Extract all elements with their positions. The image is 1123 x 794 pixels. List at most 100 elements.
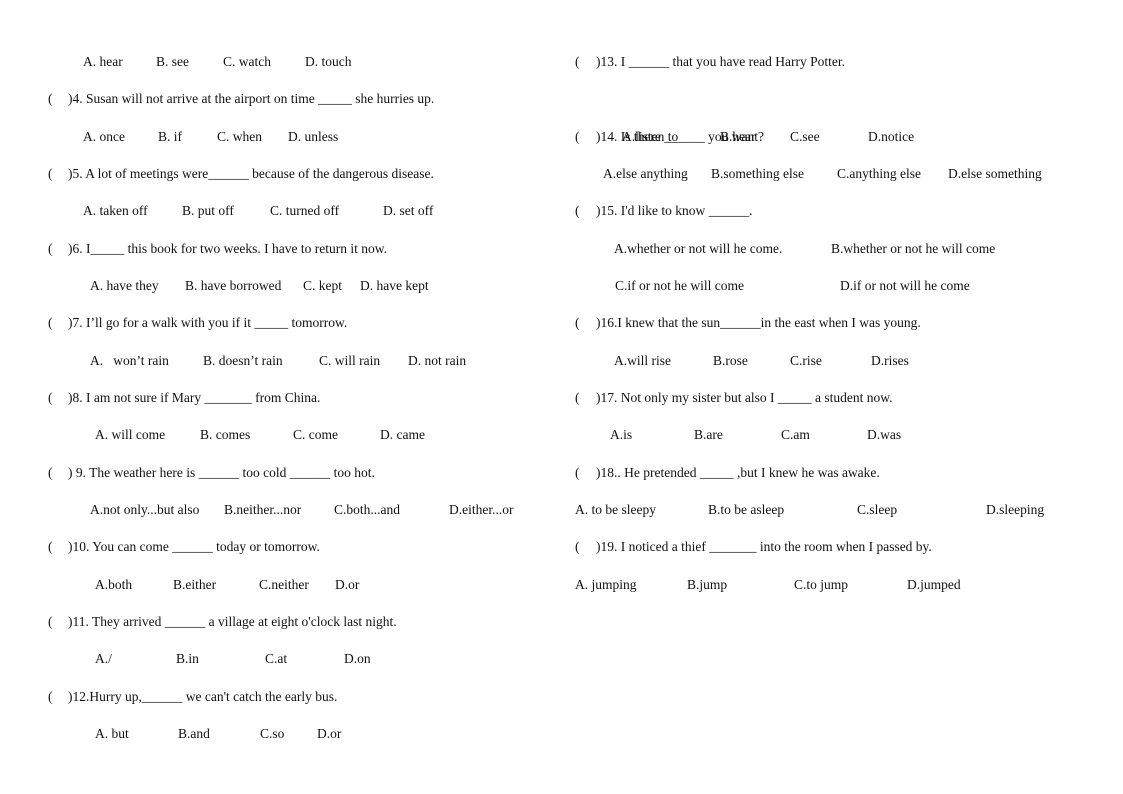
option-b: B.neither...nor <box>224 502 302 517</box>
option-a: A./ <box>95 651 112 666</box>
question-text: )6. I <box>68 241 91 256</box>
answer-blank: ______ <box>708 203 750 218</box>
option-c: C.rise <box>790 353 822 368</box>
option-c: C. will rain <box>319 353 381 368</box>
answer-paren: ( <box>575 203 580 218</box>
option-a: A. to be sleepy <box>575 502 656 517</box>
option-b: B. comes <box>200 427 251 442</box>
question-text: this book for two weeks. I have to retur… <box>124 241 387 256</box>
option-d: D.on <box>344 651 371 666</box>
answer-blank: _______ <box>204 390 252 405</box>
question-7: )7. I’ll go for a walk with you if it __… <box>68 315 347 331</box>
answer-paren: ( <box>575 539 580 554</box>
question-text: we can't catch the early bus. <box>182 689 338 704</box>
question-text: in the east when I was young. <box>760 315 921 330</box>
answer-paren: ( <box>48 315 53 330</box>
option-d: D.notice <box>868 129 915 144</box>
answer-paren: ( <box>48 91 53 106</box>
option-d: D. touch <box>305 54 352 69</box>
question-15: )15. I'd like to know ______. <box>596 203 753 219</box>
question-text: too hot. <box>330 465 375 480</box>
option-d: D. not rain <box>408 353 467 368</box>
option-d: D.else something <box>948 166 1042 181</box>
question-text: that you have read Harry Potter. <box>669 54 845 69</box>
option-a: A.else anything <box>603 166 688 181</box>
option-d: D.was <box>867 427 902 442</box>
question-text: )4. Susan will not arrive at the airport… <box>68 91 319 106</box>
option-b: B.rose <box>713 353 748 368</box>
answer-paren: ( <box>48 465 53 480</box>
option-d: D.either...or <box>449 502 514 517</box>
option-a: A.is <box>610 427 633 442</box>
answer-blank: ______ <box>720 315 761 330</box>
question-4: )4. Susan will not arrive at the airport… <box>68 91 434 107</box>
question-6: )6. I_____ this book for two weeks. I ha… <box>68 241 387 257</box>
option-b: B.something else <box>711 166 804 181</box>
option-d: D. set off <box>383 203 434 218</box>
question-13: )13. I ______ that you have read Harry P… <box>596 54 845 70</box>
option-d: D.if or not will he come <box>840 278 970 293</box>
question-10: )10. You can come ______ today or tomorr… <box>68 539 320 555</box>
question-text: )13. I <box>596 54 629 69</box>
answer-paren: ( <box>48 539 53 554</box>
question-text: )8. I am not sure if Mary <box>68 390 205 405</box>
option-b: B. put off <box>182 203 234 218</box>
answer-paren: ( <box>575 390 580 405</box>
question-text: you want? <box>704 129 764 144</box>
question-text: ) 9. The weather here is <box>68 465 199 480</box>
option-c: C.anything else <box>837 166 921 181</box>
answer-paren: ( <box>575 465 580 480</box>
option-c: C.if or not he will come <box>615 278 744 293</box>
option-c: C. when <box>217 129 262 144</box>
answer-paren: ( <box>575 54 580 69</box>
question-text: )10. You can come <box>68 539 173 554</box>
option-a: A. jumping <box>575 577 637 592</box>
answer-blank: _____ <box>254 315 289 330</box>
question-text: )5. A lot of meetings were <box>68 166 209 181</box>
option-d: D. unless <box>288 129 339 144</box>
answer-paren: ( <box>575 129 580 144</box>
option-b: B. have borrowed <box>185 278 282 293</box>
question-text: tomorrow. <box>288 315 348 330</box>
option-d: D.or <box>335 577 360 592</box>
question-text: . <box>749 203 753 218</box>
question-text: a village at eight o'clock last night. <box>205 614 397 629</box>
option-c: C.both...and <box>334 502 400 517</box>
question-14: )14. Is there ______ you want? <box>596 129 764 145</box>
question-19: )19. I noticed a thief _______ into the … <box>596 539 932 555</box>
option-a: A.not only...but also <box>90 502 200 517</box>
option-b: B. if <box>158 129 183 144</box>
answer-blank: ______ <box>289 465 331 480</box>
answer-paren: ( <box>48 614 53 629</box>
option-a: A. but <box>95 726 129 741</box>
answer-blank: ______ <box>141 689 183 704</box>
answer-blank: ______ <box>164 614 206 629</box>
option-a: A.will rise <box>614 353 671 368</box>
answer-paren: ( <box>48 689 53 704</box>
option-d: D.sleeping <box>986 502 1045 517</box>
question-text: )7. I’ll go for a walk with you if it <box>68 315 255 330</box>
option-c: C.see <box>790 129 820 144</box>
option-a: A.whether or not will he come. <box>614 241 783 256</box>
answer-paren: ( <box>48 390 53 405</box>
answer-blank: ______ <box>628 54 670 69</box>
question-8: )8. I am not sure if Mary _______ from C… <box>68 390 320 406</box>
option-b: B.are <box>694 427 723 442</box>
option-b: B.and <box>178 726 210 741</box>
option-c: C.to jump <box>794 577 849 592</box>
answer-blank: ______ <box>198 465 240 480</box>
question-12: )12.Hurry up,______ we can't catch the e… <box>68 689 337 705</box>
option-c: C.at <box>265 651 288 666</box>
option-a: A. will come <box>95 427 166 442</box>
question-text: she hurries up. <box>351 91 435 106</box>
answer-blank: _______ <box>709 539 757 554</box>
answer-paren: ( <box>48 241 53 256</box>
answer-blank: ______ <box>172 539 213 554</box>
question-text: too cold <box>239 465 290 480</box>
option-d: D. came <box>380 427 425 442</box>
option-a: A. hear <box>83 54 123 69</box>
question-text: )15. I'd like to know <box>596 203 709 218</box>
answer-blank: _____ <box>777 390 812 405</box>
question-text: into the room when I passed by. <box>756 539 932 554</box>
option-d: D.rises <box>871 353 909 368</box>
